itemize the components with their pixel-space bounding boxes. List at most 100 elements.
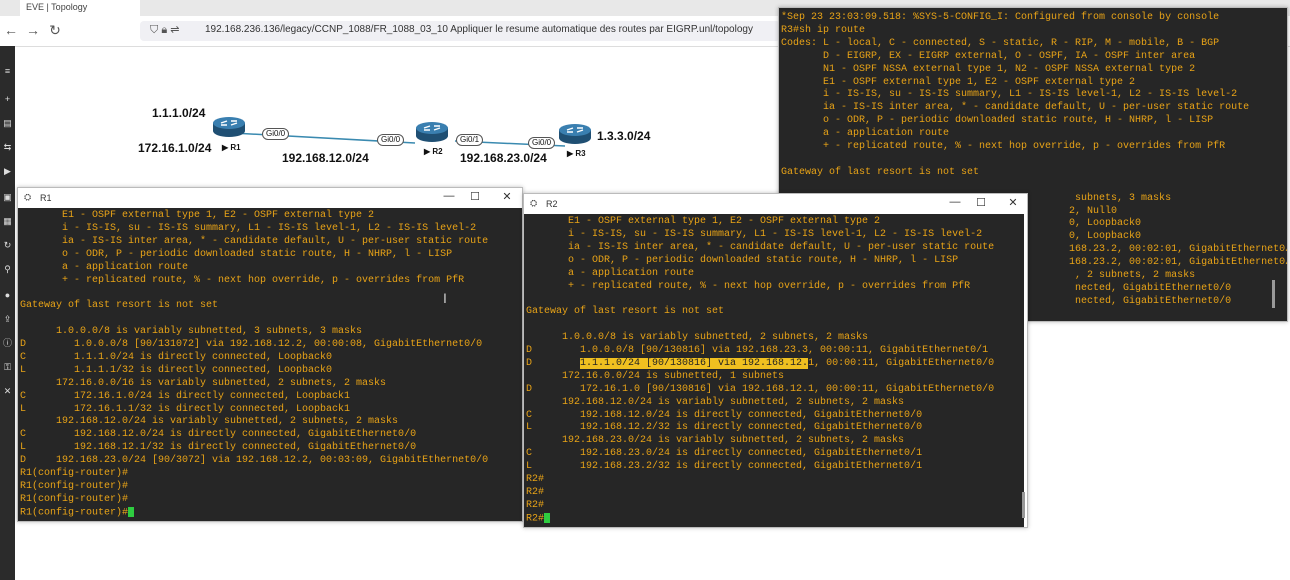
terminal-line: R2# [526, 474, 545, 485]
topology-links [232, 132, 566, 147]
startup-icon[interactable]: ▶ [2, 166, 13, 177]
tab-title: EVE | Topology [26, 2, 88, 12]
shield-icon: ⛉ [150, 24, 159, 36]
terminal-line: E1 - OSPF external type 1, E2 - OSPF ext… [526, 216, 881, 227]
info-icon[interactable]: ⓘ [2, 338, 13, 349]
terminal-line: R1(config-router)# [20, 468, 129, 479]
refresh-icon[interactable]: ↻ [2, 240, 13, 251]
terminal-line: 192.168.12.0/24 is variably subnetted, 2… [526, 396, 905, 408]
scrollbar[interactable] [1022, 492, 1025, 518]
title-bar[interactable]: ⛭ R2 — ☐ ✕ [524, 194, 1027, 214]
terminal-line: C 192.168.23.0/24 is directly connected,… [526, 448, 923, 460]
terminal-line: E1 - OSPF external type 1, E2 - OSPF ext… [20, 210, 375, 221]
minimize-icon[interactable]: — [439, 190, 459, 202]
link-network-label: 192.168.12.0/24 [282, 151, 369, 165]
terminal-line: a - application route [781, 128, 950, 140]
router-r1-label: ▶ R1 [222, 143, 241, 152]
router-name: R3 [575, 149, 586, 158]
r1-terminal-output[interactable]: E1 - OSPF external type 1, E2 - OSPF ext… [18, 208, 522, 521]
maximize-icon[interactable]: ☐ [465, 190, 485, 203]
terminal-line: a - application route [20, 261, 189, 273]
close-icon[interactable]: ✕ [497, 190, 517, 203]
terminal-line: D 192.168.23.0/24 [90/3072] via 192.168.… [20, 455, 489, 467]
terminal-line: E1 - OSPF external type 1, E2 - OSPF ext… [781, 76, 1136, 88]
maximize-icon[interactable]: ☐ [971, 196, 991, 209]
terminal-line: N1 - OSPF NSSA external type 1, N2 - OSP… [781, 63, 1196, 75]
terminal-line: D 1.1.1.0/24 [90/130816] via 192.168.12.… [526, 357, 995, 369]
terminal-line: Gateway of last resort is not set [781, 166, 980, 178]
terminal-line: R2# [526, 512, 551, 526]
terminal-line: L 192.168.12.2/32 is directly connected,… [526, 422, 923, 434]
lock-icon[interactable]: ⚿ [2, 362, 13, 373]
terminal-line: C 1.1.1.0/24 is directly connected, Loop… [20, 351, 333, 363]
terminal-line: L 172.16.1.1/32 is directly connected, L… [20, 403, 351, 415]
add-icon[interactable]: + [2, 94, 13, 105]
minimize-icon[interactable]: — [945, 196, 965, 208]
router-icon[interactable] [212, 116, 246, 138]
terminal-line: D 1.0.0.0/8 [90/130816] via 192.168.23.3… [526, 345, 989, 356]
router-name: R1 [230, 143, 241, 152]
router-r3-label: ▶ R3 [567, 149, 586, 158]
terminal-cursor [544, 512, 551, 523]
terminal-line: ia - IS-IS inter area, * - candidate def… [526, 241, 995, 253]
connection-icon: ⇌ [170, 24, 180, 36]
terminal-line: L 1.1.1.1/32 is directly connected, Loop… [20, 364, 333, 376]
terminal-line: Gateway of last resort is not set [20, 300, 219, 312]
interface-label: Gi0/1 [456, 134, 484, 146]
terminal-line: D 1.0.0.0/8 [90/131072] via 192.168.12.2… [20, 339, 483, 350]
picture-icon[interactable]: ▦ [2, 216, 13, 227]
terminal-line: ia - IS-IS inter area, * - candidate def… [20, 235, 489, 247]
terminal-line: C 172.16.1.0/24 is directly connected, L… [20, 390, 351, 402]
url-text: 192.168.236.136/legacy/CCNP_1088/FR_1088… [205, 24, 753, 35]
interface-label: Gi0/0 [377, 134, 405, 146]
title-bar[interactable]: ⛭ R1 — ☐ ✕ [18, 188, 522, 208]
terminal-line: o - ODR, P - periodic downloaded static … [20, 248, 453, 260]
router-icon[interactable] [558, 123, 592, 145]
interface-label: Gi0/0 [262, 128, 290, 140]
terminal-line: i - IS-IS, su - IS-IS summary, L1 - IS-I… [781, 89, 1238, 101]
terminal-line: 192.168.12.0/24 is variably subnetted, 2… [20, 416, 399, 428]
browser-tab[interactable]: EVE | Topology [20, 0, 140, 16]
terminal-line: C 192.168.12.0/24 is directly connected,… [20, 429, 417, 441]
menu-icon[interactable]: ≡ [2, 66, 13, 77]
router-icon[interactable] [415, 121, 449, 143]
interface-label: Gi0/0 [528, 137, 556, 149]
terminal-line: a - application route [526, 267, 695, 279]
link-network-label: 192.168.23.0/24 [460, 151, 547, 165]
terminal-line: R3#sh ip route [781, 24, 866, 36]
status-icon[interactable]: ● [2, 290, 13, 301]
window-title: R1 [40, 193, 52, 203]
putty-icon: ⛭ [24, 192, 32, 202]
r2-terminal-output[interactable]: E1 - OSPF external type 1, E2 - OSPF ext… [524, 214, 1027, 527]
r2-terminal-window[interactable]: ⛭ R2 — ☐ ✕ E1 - OSPF external type 1, E2… [523, 193, 1028, 528]
terminal-line: i - IS-IS, su - IS-IS summary, L1 - IS-I… [20, 222, 477, 234]
export-icon[interactable]: ⇪ [2, 314, 13, 325]
network-icon[interactable]: ⇆ [2, 142, 13, 153]
terminal-line: o - ODR, P - periodic downloaded static … [781, 115, 1214, 127]
r1-terminal-window[interactable]: ⛭ R1 — ☐ ✕ E1 - OSPF external type 1, E2… [17, 187, 523, 522]
close-lab-icon[interactable]: ✕ [2, 386, 13, 397]
nodes-icon[interactable]: ▤ [2, 118, 13, 129]
zoom-icon[interactable]: ⚲ [2, 264, 13, 275]
terminal-line: 192.168.23.0/24 is variably subnetted, 2… [526, 435, 905, 447]
terminal-line: *Sep 23 23:03:09.518: %SYS-5-CONFIG_I: C… [781, 12, 1220, 23]
terminal-line: L 192.168.23.2/32 is directly connected,… [526, 461, 923, 473]
terminal-line: 1.0.0.0/8 is variably subnetted, 2 subne… [526, 332, 869, 344]
scrollbar[interactable] [1272, 280, 1275, 308]
terminal-line: R1(config-router)# [20, 480, 129, 492]
r1-network-label: 172.16.1.0/24 [138, 141, 212, 155]
r3-network-label: 1.3.3.0/24 [597, 129, 651, 143]
config-icon[interactable]: ▣ [2, 192, 13, 203]
terminal-line: R2# [526, 486, 545, 498]
router-name: R2 [432, 147, 443, 156]
back-icon[interactable]: ← [2, 22, 20, 38]
selection-highlight: 1.1.1.0/24 [90/130816] via 192.168.12. [580, 357, 809, 369]
close-icon[interactable]: ✕ [1003, 196, 1023, 209]
terminal-line: L 192.168.12.1/32 is directly connected,… [20, 442, 417, 454]
router-r2-label: ▶ R2 [424, 147, 443, 156]
forward-icon[interactable]: → [24, 22, 42, 38]
terminal-line: D - EIGRP, EX - EIGRP external, O - OSPF… [781, 50, 1196, 62]
left-rail: ≡ + ▤ ⇆ ▶ ▣ ▦ ↻ ⚲ ● ⇪ ⓘ ⚿ ✕ [0, 46, 15, 580]
reload-icon[interactable]: ↻ [46, 22, 64, 39]
terminal-line: + - replicated route, % - next hop overr… [781, 141, 1226, 152]
